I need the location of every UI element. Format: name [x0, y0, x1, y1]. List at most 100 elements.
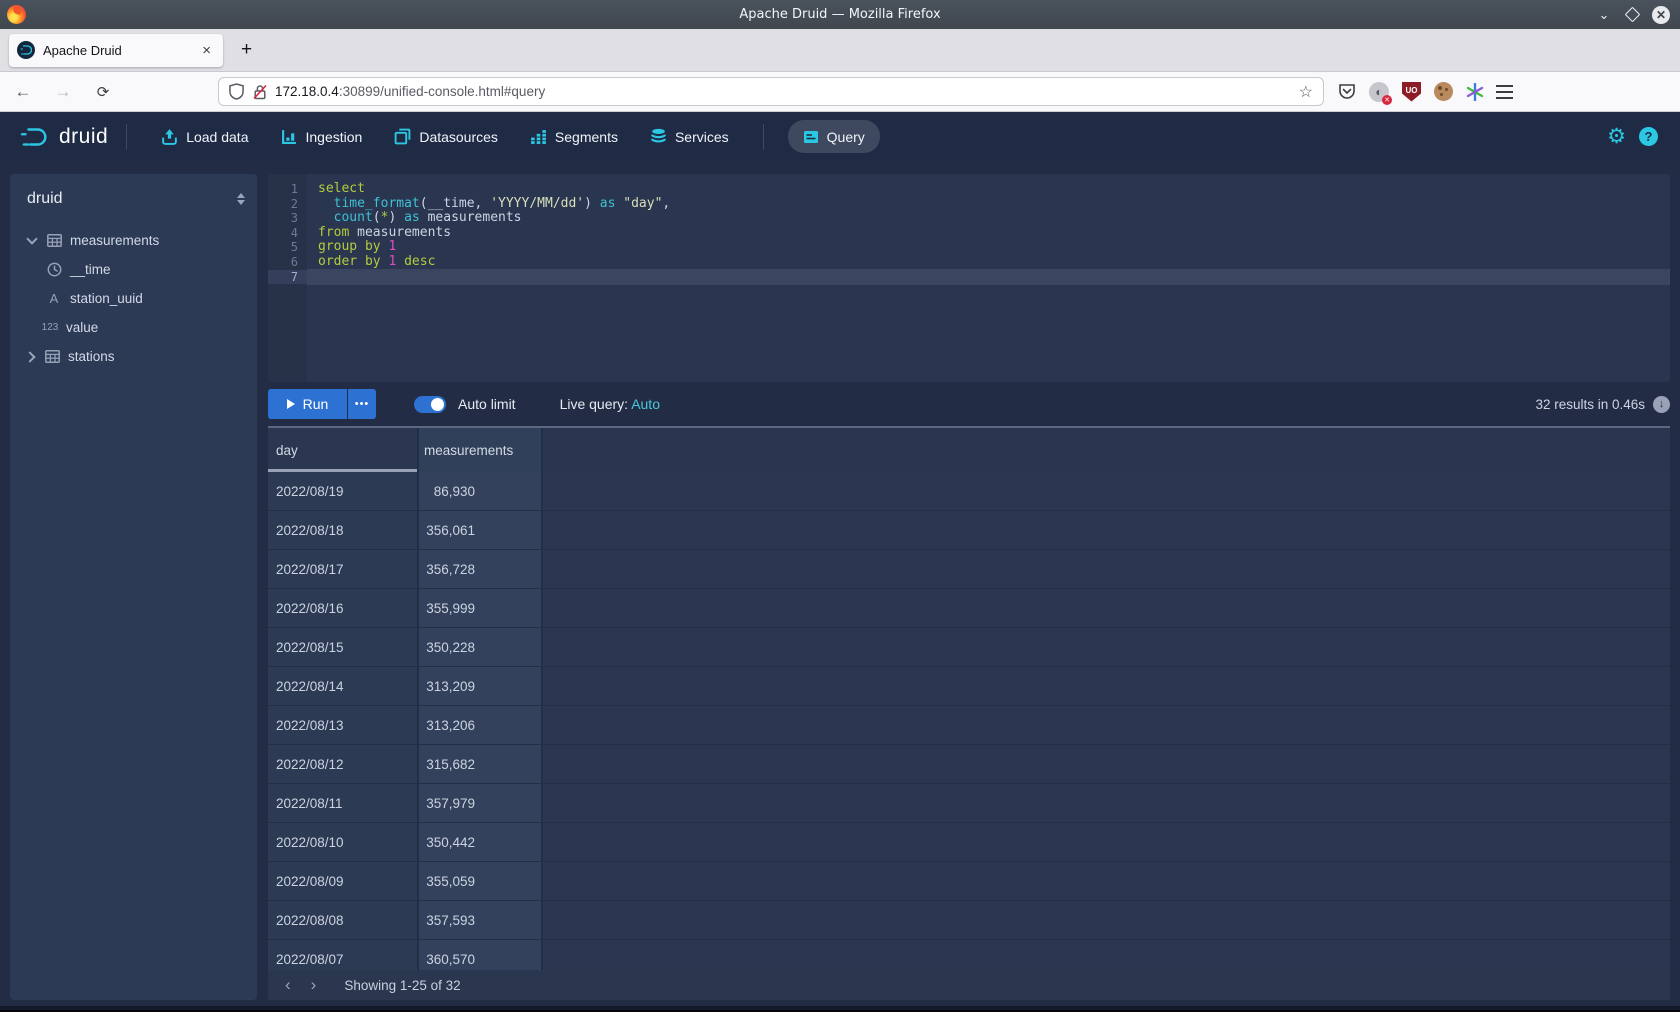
- druid-favicon: [17, 41, 35, 59]
- cell-measurements[interactable]: 350,228: [419, 628, 543, 666]
- sql-editor[interactable]: 1 2 3 4 5 6 7 select time_format(__time,…: [268, 174, 1670, 382]
- live-query-label[interactable]: Live query: Auto: [560, 396, 660, 412]
- tree-item-measurements[interactable]: measurements: [10, 226, 257, 255]
- services-icon: [650, 128, 667, 145]
- cell-measurements[interactable]: 86,930: [419, 472, 543, 510]
- tab-apache-druid[interactable]: Apache Druid ×: [9, 34, 223, 67]
- pagination-text: Showing 1-25 of 32: [344, 978, 460, 993]
- tab-close-icon[interactable]: ×: [198, 42, 215, 59]
- cell-measurements[interactable]: 357,979: [419, 784, 543, 822]
- cell-measurements[interactable]: 313,206: [419, 706, 543, 744]
- cell-day[interactable]: 2022/08/15: [268, 628, 419, 666]
- window-close-icon[interactable]: ✕: [1652, 6, 1670, 24]
- nav-item-label: Query: [827, 129, 865, 145]
- multi-account-icon[interactable]: [1466, 83, 1484, 101]
- extension-mask-icon[interactable]: ◐: [1369, 82, 1389, 102]
- settings-gear-icon[interactable]: ⚙: [1607, 124, 1626, 149]
- table-row: 2022/08/10350,442: [268, 823, 1670, 862]
- nav-item-load-data[interactable]: Load data: [145, 112, 264, 161]
- cell-measurements[interactable]: 356,728: [419, 550, 543, 588]
- cell-measurements[interactable]: 355,059: [419, 862, 543, 900]
- reload-icon[interactable]: ⟳: [88, 83, 118, 101]
- cookie-extension-icon[interactable]: [1434, 82, 1453, 101]
- ublock-origin-icon[interactable]: UO: [1402, 82, 1421, 102]
- url-bar[interactable]: 172.18.0.4:30899/unified-console.html#qu…: [218, 77, 1324, 106]
- column-header-day[interactable]: day: [268, 428, 419, 472]
- double-caret-icon[interactable]: [237, 193, 245, 205]
- editor-code[interactable]: select time_format(__time, 'YYYY/MM/dd')…: [307, 174, 1670, 382]
- table-row: 2022/08/1986,930: [268, 472, 1670, 511]
- page-prev-icon[interactable]: ‹: [275, 975, 301, 995]
- tree-item-time[interactable]: __time: [10, 255, 257, 284]
- druid-logo[interactable]: druid: [20, 125, 108, 149]
- nav-item-label: Services: [675, 129, 729, 145]
- table-icon: [43, 350, 61, 363]
- download-icon[interactable]: ↓: [1653, 396, 1670, 413]
- cell-measurements[interactable]: 356,061: [419, 511, 543, 549]
- nav-item-segments[interactable]: Segments: [514, 112, 634, 161]
- page-next-icon[interactable]: ›: [301, 975, 327, 995]
- auto-limit-label: Auto limit: [458, 396, 516, 412]
- cell-day[interactable]: 2022/08/14: [268, 667, 419, 705]
- toggle-knob: [431, 398, 444, 411]
- forward-icon[interactable]: →: [48, 82, 78, 102]
- chevron-right-icon[interactable]: [24, 351, 35, 362]
- cell-day[interactable]: 2022/08/08: [268, 901, 419, 939]
- tree-item-label: measurements: [70, 233, 159, 248]
- run-button[interactable]: Run: [268, 389, 347, 419]
- table-row: 2022/08/08357,593: [268, 901, 1670, 940]
- cell-measurements[interactable]: 315,682: [419, 745, 543, 783]
- cell-day[interactable]: 2022/08/19: [268, 472, 419, 510]
- cell-measurements[interactable]: 313,209: [419, 667, 543, 705]
- cell-day[interactable]: 2022/08/10: [268, 823, 419, 861]
- window-maximize-icon[interactable]: [1625, 7, 1641, 23]
- cell-measurements[interactable]: 350,442: [419, 823, 543, 861]
- url-text[interactable]: 172.18.0.4:30899/unified-console.html#qu…: [275, 84, 1299, 99]
- insecure-lock-icon[interactable]: [253, 84, 267, 100]
- cell-day[interactable]: 2022/08/18: [268, 511, 419, 549]
- cell-day[interactable]: 2022/08/17: [268, 550, 419, 588]
- new-tab-button[interactable]: +: [241, 39, 252, 61]
- nav-item-label: Segments: [555, 129, 618, 145]
- cell-day[interactable]: 2022/08/12: [268, 745, 419, 783]
- brand-name: druid: [59, 125, 108, 149]
- tree-item-label: value: [66, 320, 98, 335]
- pocket-icon[interactable]: [1338, 83, 1356, 101]
- cell-day[interactable]: 2022/08/13: [268, 706, 419, 744]
- tracking-shield-icon[interactable]: [229, 83, 244, 100]
- menu-hamburger-icon[interactable]: [1496, 85, 1513, 99]
- nav-item-ingestion[interactable]: Ingestion: [265, 112, 379, 161]
- line-number-active: 7: [268, 270, 307, 285]
- column-header-measurements[interactable]: measurements: [419, 428, 543, 472]
- bookmark-star-icon[interactable]: ☆: [1299, 82, 1313, 102]
- cell-measurements[interactable]: 360,570: [419, 940, 543, 970]
- window-minimize-icon[interactable]: ⌄: [1595, 6, 1613, 24]
- auto-limit-toggle[interactable]: [414, 396, 446, 413]
- table-row: 2022/08/07360,570: [268, 940, 1670, 970]
- back-icon[interactable]: ←: [8, 82, 38, 102]
- segments-icon: [530, 128, 547, 145]
- window-title: Apache Druid — Mozilla Firefox: [0, 7, 1680, 22]
- string-type-icon: A: [45, 291, 63, 306]
- run-label: Run: [303, 396, 329, 412]
- help-icon[interactable]: ?: [1639, 127, 1658, 146]
- cell-day[interactable]: 2022/08/07: [268, 940, 419, 970]
- chevron-down-icon[interactable]: [26, 233, 37, 244]
- url-path: :30899/unified-console.html#query: [339, 84, 545, 99]
- cell-day[interactable]: 2022/08/16: [268, 589, 419, 627]
- table-row: 2022/08/15350,228: [268, 628, 1670, 667]
- table-row: 2022/08/16355,999: [268, 589, 1670, 628]
- nav-item-query-active[interactable]: Query: [788, 120, 880, 153]
- cell-measurements[interactable]: 357,593: [419, 901, 543, 939]
- cell-day[interactable]: 2022/08/11: [268, 784, 419, 822]
- cell-measurements[interactable]: 355,999: [419, 589, 543, 627]
- tree-item-stations[interactable]: stations: [10, 342, 257, 371]
- nav-item-datasources[interactable]: Datasources: [378, 112, 514, 161]
- nav-item-services[interactable]: Services: [634, 112, 745, 161]
- tree-item-station-uuid[interactable]: A station_uuid: [10, 284, 257, 313]
- cell-day[interactable]: 2022/08/09: [268, 862, 419, 900]
- tree-item-value[interactable]: 123 value: [10, 313, 257, 342]
- table-row: 2022/08/12315,682: [268, 745, 1670, 784]
- schema-selector[interactable]: druid: [10, 184, 257, 214]
- run-more-button[interactable]: •••: [348, 389, 376, 419]
